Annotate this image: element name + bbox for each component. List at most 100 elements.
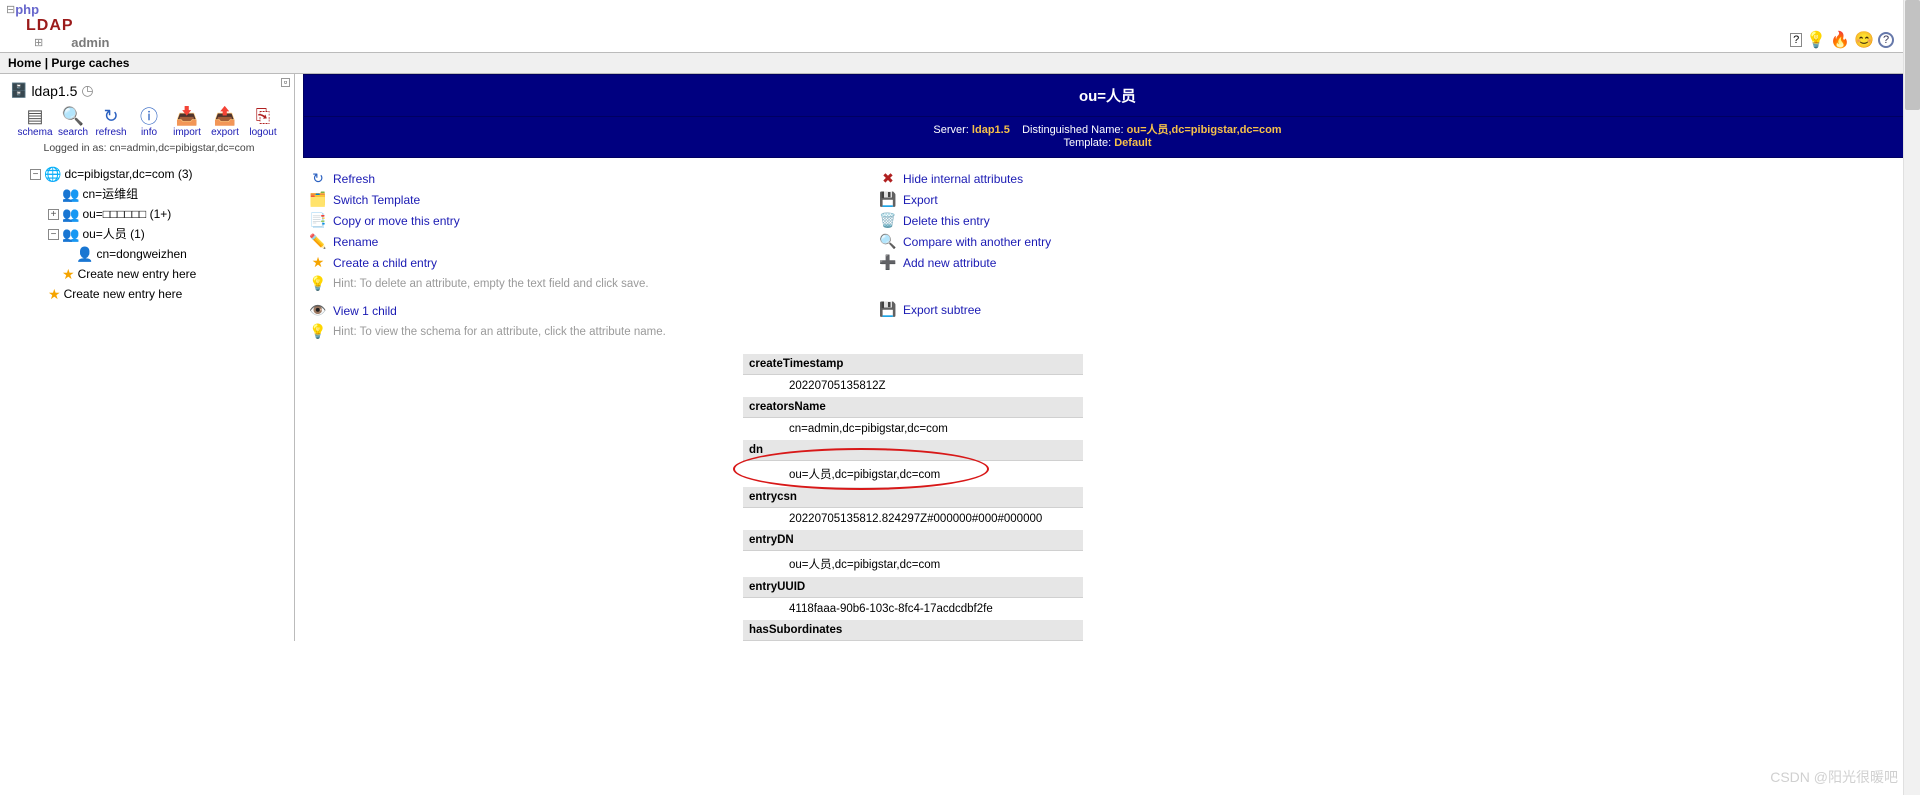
tool-info[interactable]: ⓘinfo: [131, 105, 167, 138]
group-icon: 👥: [62, 184, 79, 204]
refresh-icon: ↻: [103, 105, 118, 127]
attr-value: ou=人员,dc=pibigstar,dc=com: [743, 551, 1083, 577]
export-subtree-icon: 💾: [879, 301, 897, 318]
action-hide-internal[interactable]: ✖Hide internal attributes: [873, 168, 1443, 189]
logo-text-php: php: [15, 2, 39, 17]
tree-item-leaf1[interactable]: 👤 cn=dongweizhen: [62, 244, 288, 264]
bulb-icon: 💡: [309, 275, 327, 292]
tree-label[interactable]: ou=人员 (1): [82, 224, 144, 244]
action-view-child[interactable]: 👁️View 1 child: [303, 300, 873, 321]
action-delete[interactable]: 🗑️Delete this entry: [873, 210, 1443, 231]
expand-icon[interactable]: +: [48, 209, 59, 220]
tree-create-entry-2[interactable]: ★ Create new entry here: [48, 284, 288, 304]
attr-name[interactable]: entryUUID: [743, 577, 1083, 598]
tree-root[interactable]: − 🌐 dc=pibigstar,dc=com (3): [30, 164, 288, 184]
action-add-attr[interactable]: ➕Add new attribute: [873, 252, 1443, 273]
topbar: Home | Purge caches: [0, 52, 1920, 74]
watermark: CSDN @阳光很暖吧: [1770, 767, 1898, 787]
collapse-icon[interactable]: −: [30, 169, 41, 180]
hint-view-schema: 💡Hint: To view the schema for an attribu…: [303, 321, 873, 342]
scrollbar[interactable]: [1903, 0, 1920, 795]
bug-icon[interactable]: 🔥: [1830, 30, 1850, 50]
tool-search[interactable]: 🔍search: [55, 105, 91, 138]
tree-label[interactable]: Create new entry here: [78, 264, 197, 284]
activity-icon: ◷: [81, 82, 93, 99]
server-row: 🗄️ ldap1.5 ◷: [10, 82, 288, 99]
sidebar-collapse-icon[interactable]: ▫: [281, 78, 290, 87]
actions-left: ↻Refresh 🗂️Switch Template 📑Copy or move…: [303, 168, 873, 342]
action-copy-move[interactable]: 📑Copy or move this entry: [303, 210, 873, 231]
attr-value: 20220705135812Z: [743, 375, 1083, 397]
action-create-child[interactable]: ★Create a child entry: [303, 252, 873, 273]
add-icon: ➕: [879, 254, 897, 271]
search-icon: 🔍: [62, 105, 84, 127]
help-icon[interactable]: ?: [1878, 32, 1894, 48]
tree-label[interactable]: ou=□□□□□□ (1+): [82, 204, 171, 224]
refresh-icon: ↻: [309, 170, 327, 187]
tree-label[interactable]: Create new entry here: [64, 284, 183, 304]
attr-name[interactable]: dn: [743, 440, 1083, 461]
logo-text-admin: admin: [71, 35, 109, 50]
action-export[interactable]: 💾Export: [873, 189, 1443, 210]
main-panel: ou=人员 Server: ldap1.5 Distinguished Name…: [295, 74, 1920, 641]
action-compare[interactable]: 🔍Compare with another entry: [873, 231, 1443, 252]
purge-caches-link[interactable]: Purge caches: [51, 56, 129, 70]
scrollbar-thumb[interactable]: [1905, 0, 1920, 110]
template-label: Template:: [1063, 137, 1111, 149]
action-rename[interactable]: ✏️Rename: [303, 231, 873, 252]
action-switch-template[interactable]: 🗂️Switch Template: [303, 189, 873, 210]
body: ▫ 🗄️ ldap1.5 ◷ ▤schema 🔍search ↻refresh …: [0, 74, 1920, 641]
children-icon: 👁️: [309, 302, 327, 319]
actions-right: ✖Hide internal attributes 💾Export 🗑️Dele…: [873, 168, 1443, 342]
tree-item-ou1[interactable]: 👥 cn=运维组: [48, 184, 288, 204]
topbar-sep: |: [45, 56, 48, 70]
attr-value: 20220705135812.824297Z#000000#000#000000: [743, 508, 1083, 530]
tree-label[interactable]: cn=运维组: [82, 184, 138, 204]
entry-info-band: Server: ldap1.5 Distinguished Name: ou=人…: [303, 117, 1912, 158]
attr-name[interactable]: creatorsName: [743, 397, 1083, 418]
schema-icon: ▤: [26, 105, 43, 127]
tree-label[interactable]: cn=dongweizhen: [96, 244, 186, 264]
person-icon: 👤: [76, 244, 93, 264]
attr-name[interactable]: entryDN: [743, 530, 1083, 551]
tree-create-entry-1[interactable]: ★ Create new entry here: [62, 264, 288, 284]
globe-icon: 🌐: [44, 164, 61, 184]
docs-icon[interactable]: ?: [1790, 33, 1802, 47]
server-value: ldap1.5: [972, 124, 1010, 136]
compare-icon: 🔍: [879, 233, 897, 250]
star-icon: ★: [48, 284, 61, 304]
logo-text-ldap: LDAP: [26, 17, 110, 35]
attr-value: ou=人员,dc=pibigstar,dc=com: [743, 461, 1083, 487]
app-header: ⊟php LDAP ⊞admin ? 💡 🔥 😊 ?: [0, 0, 1920, 52]
smile-icon[interactable]: 😊: [1854, 30, 1874, 50]
logout-icon: ⎘: [256, 105, 270, 127]
ldap-tree: − 🌐 dc=pibigstar,dc=com (3) 👥 cn=运维组 + 👥…: [30, 164, 288, 304]
collapse-icon[interactable]: −: [48, 229, 59, 240]
dn-value: ou=人员,dc=pibigstar,dc=com: [1127, 124, 1282, 136]
tool-export[interactable]: 📤export: [207, 105, 243, 138]
tree-item-ou3[interactable]: − 👥 ou=人员 (1): [48, 224, 288, 244]
action-refresh[interactable]: ↻Refresh: [303, 168, 873, 189]
template-value: Default: [1114, 137, 1151, 149]
tree-item-ou2[interactable]: + 👥 ou=□□□□□□ (1+): [48, 204, 288, 224]
server-icon: 🗄️: [10, 82, 27, 99]
hint-delete-attr: 💡Hint: To delete an attribute, empty the…: [303, 273, 873, 294]
tool-import[interactable]: 📥import: [169, 105, 205, 138]
template-icon: 🗂️: [309, 191, 327, 208]
home-link[interactable]: Home: [8, 56, 41, 70]
action-export-subtree[interactable]: 💾Export subtree: [873, 299, 1443, 320]
bulb-icon[interactable]: 💡: [1806, 30, 1826, 50]
tool-refresh[interactable]: ↻refresh: [93, 105, 129, 138]
attr-value: 4118faaa-90b6-103c-8fc4-17acdcdbf2fe: [743, 598, 1083, 620]
sidebar: ▫ 🗄️ ldap1.5 ◷ ▤schema 🔍search ↻refresh …: [0, 74, 295, 641]
app-logo: ⊟php LDAP ⊞admin: [6, 2, 110, 50]
attr-name[interactable]: hasSubordinates: [743, 620, 1083, 641]
tree-root-label[interactable]: dc=pibigstar,dc=com (3): [64, 164, 192, 184]
attr-name[interactable]: entrycsn: [743, 487, 1083, 508]
attr-name[interactable]: createTimestamp: [743, 354, 1083, 375]
header-icons: ? 💡 🔥 😊 ?: [1790, 30, 1894, 50]
import-icon: 📥: [176, 105, 198, 127]
tool-schema[interactable]: ▤schema: [17, 105, 53, 138]
dn-label: Distinguished Name:: [1022, 124, 1124, 136]
tool-logout[interactable]: ⎘logout: [245, 105, 281, 138]
